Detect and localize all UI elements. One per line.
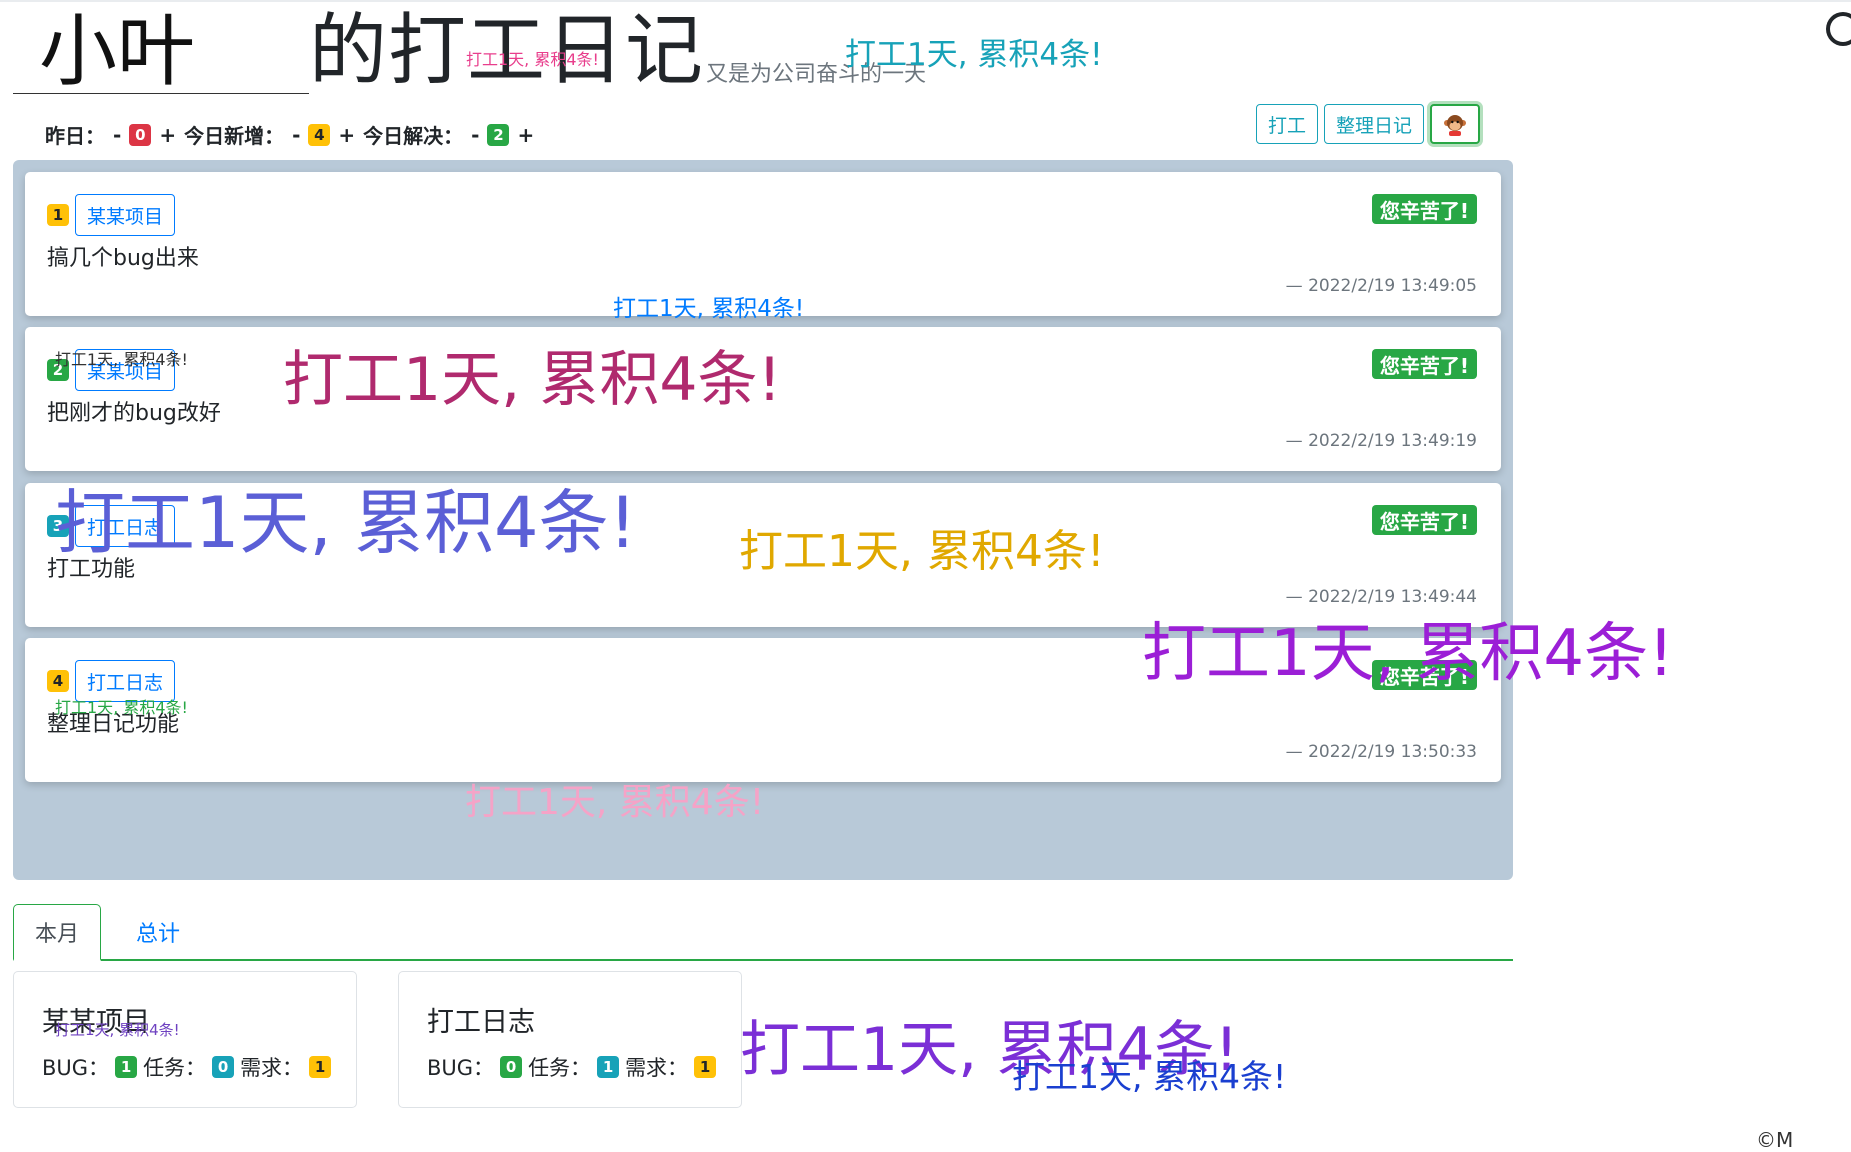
- project-summary-card: 打工日志 BUG： 0 任务： 1 需求： 1: [398, 971, 742, 1108]
- task-count-badge: 0: [212, 1056, 235, 1078]
- organize-diary-button[interactable]: 整理日记: [1324, 104, 1425, 144]
- yesterday-count-badge: 0: [129, 123, 152, 146]
- summary-title: 某某项目: [42, 1007, 150, 1038]
- tab-total[interactable]: 总计: [113, 904, 203, 959]
- today-new-count-badge: 4: [308, 123, 331, 146]
- page-subtitle: 又是为公司奋斗的一天: [706, 62, 927, 87]
- toolbar: 打工 整理日记: [1256, 104, 1481, 144]
- summary-title: 打工日志: [427, 1007, 535, 1038]
- done-badge: 您辛苦了!: [1371, 194, 1477, 224]
- card-text: 打工功能: [47, 557, 136, 582]
- card-number-badge: 3: [47, 515, 69, 537]
- card-timestamp: — 2022/2/19 13:49:44: [1285, 587, 1477, 607]
- page-title: 的打工日记: [309, 6, 705, 96]
- plus-sign: +: [517, 122, 535, 147]
- avatar-button[interactable]: [1430, 104, 1481, 144]
- minus-sign: -: [292, 122, 301, 147]
- requirement-count-badge: 1: [694, 1056, 717, 1078]
- bug-count-badge: 1: [115, 1056, 138, 1078]
- today-solved-count-badge: 2: [487, 123, 510, 146]
- bug-count-badge: 0: [500, 1056, 523, 1078]
- yesterday-label: 昨日：: [45, 124, 105, 148]
- requirement-label: 需求：: [625, 1056, 689, 1080]
- summary-counts: BUG： 0 任务： 1 需求： 1: [427, 1052, 722, 1082]
- card-text: 整理日记功能: [47, 712, 180, 737]
- card-number-badge: 2: [47, 359, 69, 381]
- project-tag-button[interactable]: 某某项目: [75, 194, 176, 236]
- diary-card[interactable]: 2 某某项目 把刚才的bug改好 您辛苦了! — 2022/2/19 13:49…: [25, 327, 1501, 471]
- today-new-label: 今日新增：: [184, 124, 285, 148]
- diary-card[interactable]: 3 打工日志 打工功能 您辛苦了! — 2022/2/19 13:49:44: [25, 483, 1501, 627]
- task-count-badge: 1: [597, 1056, 620, 1078]
- done-badge: 您辛苦了!: [1371, 505, 1477, 535]
- work-button[interactable]: 打工: [1256, 104, 1319, 144]
- plus-sign: +: [338, 122, 356, 147]
- card-timestamp: — 2022/2/19 13:49:05: [1285, 276, 1477, 296]
- card-text: 搞几个bug出来: [47, 246, 199, 271]
- corner-text: ©M: [1756, 1128, 1794, 1152]
- task-label: 任务：: [528, 1056, 592, 1080]
- daily-stats: 昨日： - 0 + 今日新增： - 4 + 今日解决： - 2 +: [45, 120, 542, 149]
- project-tag-button[interactable]: 某某项目: [75, 349, 176, 391]
- today-solved-label: 今日解决：: [363, 124, 464, 148]
- tab-month[interactable]: 本月: [13, 904, 101, 961]
- summary-counts: BUG： 1 任务： 0 需求： 1: [42, 1052, 337, 1082]
- done-badge: 您辛苦了!: [1371, 660, 1477, 690]
- plus-sign: +: [159, 122, 177, 147]
- diary-card[interactable]: 1 某某项目 搞几个bug出来 您辛苦了! — 2022/2/19 13:49:…: [25, 172, 1501, 316]
- bug-label: BUG：: [427, 1056, 495, 1080]
- diary-board: 1 某某项目 搞几个bug出来 您辛苦了! — 2022/2/19 13:49:…: [13, 160, 1513, 880]
- bug-label: BUG：: [42, 1056, 110, 1080]
- card-timestamp: — 2022/2/19 13:50:33: [1285, 742, 1477, 762]
- requirement-label: 需求：: [240, 1056, 304, 1080]
- card-text: 把刚才的bug改好: [47, 401, 221, 426]
- loading-spinner-icon: [1826, 12, 1851, 46]
- diary-card[interactable]: 4 打工日志 整理日记功能 您辛苦了! — 2022/2/19 13:50:33: [25, 638, 1501, 782]
- card-number-badge: 4: [47, 670, 69, 692]
- project-tag-button[interactable]: 打工日志: [75, 505, 176, 547]
- stats-tabs: 本月 总计: [13, 904, 1513, 961]
- name-input[interactable]: [13, 10, 309, 94]
- minus-sign: -: [471, 122, 480, 147]
- floating-message: 打工1天, 累积4条!: [740, 1015, 1239, 1085]
- task-label: 任务：: [143, 1056, 207, 1080]
- project-tag-button[interactable]: 打工日志: [75, 660, 176, 702]
- project-summary-card: 某某项目 BUG： 1 任务： 0 需求： 1: [13, 971, 357, 1108]
- card-timestamp: — 2022/2/19 13:49:19: [1285, 431, 1477, 451]
- minus-sign: -: [113, 122, 122, 147]
- done-badge: 您辛苦了!: [1371, 349, 1477, 379]
- floating-message: 打工1天, 累积4条!: [1012, 1057, 1287, 1096]
- requirement-count-badge: 1: [309, 1056, 332, 1078]
- page-header: 的打工日记 又是为公司奋斗的一天: [13, 2, 926, 94]
- monkey-avatar-icon: [1444, 115, 1467, 136]
- card-number-badge: 1: [47, 204, 69, 226]
